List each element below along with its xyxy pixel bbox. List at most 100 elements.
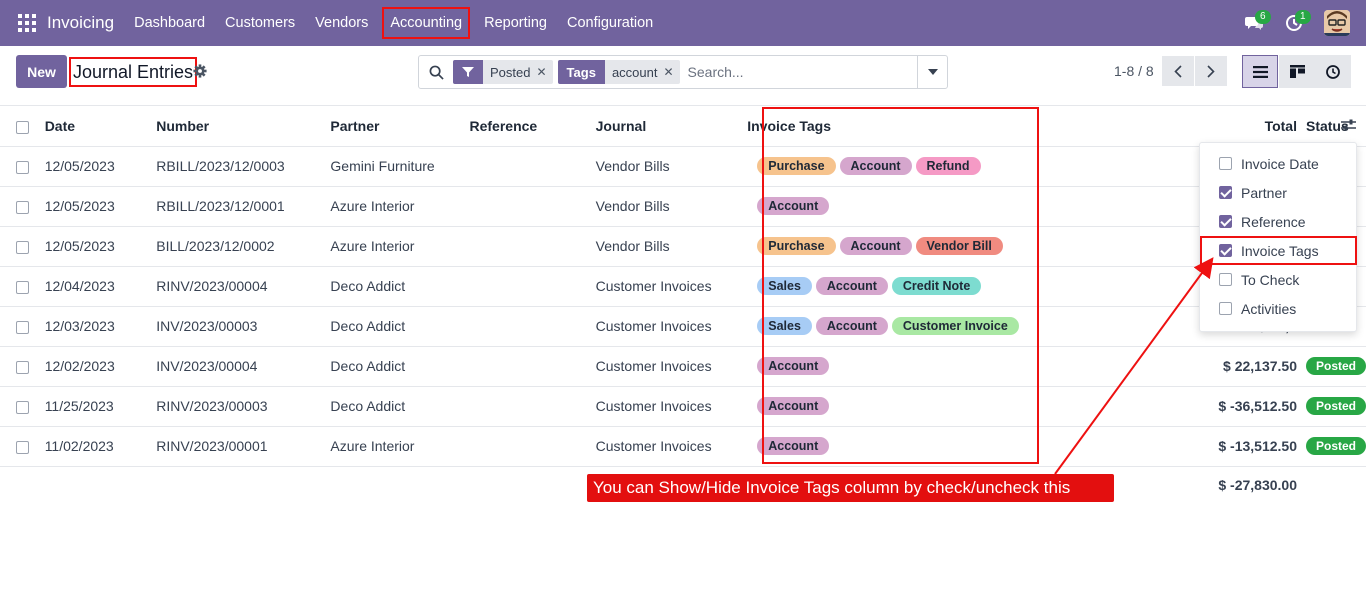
caret-down-icon <box>927 69 938 75</box>
col-header-total[interactable]: Total <box>1181 106 1306 147</box>
option-partner[interactable]: Partner <box>1200 178 1356 207</box>
table-row[interactable]: 11/02/2023 RINV/2023/00001 Azure Interior C… <box>0 426 1366 467</box>
col-header-number[interactable]: Number <box>156 106 331 147</box>
user-avatar[interactable] <box>1324 10 1350 36</box>
row-checkbox[interactable] <box>16 320 29 334</box>
menu-vendors[interactable]: Vendors <box>305 7 378 39</box>
option-activities[interactable]: Activities <box>1200 294 1356 323</box>
select-all-checkbox[interactable] <box>16 120 29 134</box>
row-checkbox[interactable] <box>16 240 29 254</box>
table-row[interactable]: 12/05/2023 BILL/2023/12/0002 Azure Interio… <box>0 226 1366 267</box>
search-input[interactable] <box>687 64 903 80</box>
table-row[interactable]: 12/04/2023 RINV/2023/00004 Deco Addict Cust… <box>0 266 1366 307</box>
cell-date: 11/02/2023 <box>44 426 157 467</box>
cell-status: Posted <box>1305 426 1366 467</box>
cell-reference <box>469 386 596 427</box>
option-checkbox[interactable] <box>1219 186 1232 199</box>
cell-number: BILL/2023/12/0002 <box>156 226 331 267</box>
app-name[interactable]: Invoicing <box>47 13 114 33</box>
cell-total: $ -36,512.50 <box>1181 386 1306 427</box>
col-header-date[interactable]: Date <box>44 106 157 147</box>
search-icon[interactable] <box>419 56 453 88</box>
optional-columns-dropdown: Invoice Date Partner Reference Invoice T… <box>1199 142 1357 332</box>
table-row[interactable]: 12/05/2023 RBILL/2023/12/0003 Gemini Furni… <box>0 146 1366 187</box>
activity-view-button[interactable] <box>1315 55 1351 88</box>
cell-total: $ -13,512.50 <box>1181 426 1306 467</box>
cell-date: 11/25/2023 <box>44 386 157 427</box>
option-label: Activities <box>1241 300 1297 317</box>
option-to-check[interactable]: To Check <box>1200 265 1356 294</box>
gear-icon[interactable] <box>193 64 207 78</box>
table-row[interactable]: 12/02/2023 INV/2023/00004 Deco Addict Custo… <box>0 346 1366 387</box>
journal-entries-table: Date Number Partner Reference Journal In… <box>0 106 1366 504</box>
avatar-face-icon <box>1324 10 1350 36</box>
facet-value: account <box>611 64 658 80</box>
cell-date: 12/05/2023 <box>44 186 157 227</box>
facet-remove-icon[interactable]: ✕ <box>536 65 552 79</box>
col-header-reference[interactable]: Reference <box>469 106 596 147</box>
cell-number: INV/2023/00003 <box>156 306 331 347</box>
cell-number: RINV/2023/00004 <box>156 266 331 307</box>
menu-dashboard[interactable]: Dashboard <box>124 7 215 39</box>
messages-button[interactable]: 6 <box>1234 0 1274 46</box>
chevron-left-icon <box>1174 64 1182 78</box>
option-checkbox[interactable] <box>1219 215 1232 228</box>
chevron-right-icon <box>1207 64 1215 78</box>
row-checkbox[interactable] <box>16 360 29 374</box>
col-header-partner[interactable]: Partner <box>330 106 470 147</box>
row-checkbox[interactable] <box>16 440 29 454</box>
new-button[interactable]: New <box>16 55 67 88</box>
cell-partner: Deco Addict <box>330 306 470 347</box>
list-view-button[interactable] <box>1242 55 1278 88</box>
cell-number: RINV/2023/00001 <box>156 426 331 467</box>
option-invoice-tags[interactable]: Invoice Tags <box>1200 236 1357 265</box>
option-checkbox[interactable] <box>1219 273 1232 286</box>
menu-customers[interactable]: Customers <box>215 7 305 39</box>
cell-date: 12/05/2023 <box>44 226 157 267</box>
menu-reporting[interactable]: Reporting <box>474 7 557 39</box>
cell-date: 12/04/2023 <box>44 266 157 307</box>
row-checkbox[interactable] <box>16 400 29 414</box>
optional-columns-toggle-icon[interactable] <box>1341 118 1356 132</box>
menu-configuration[interactable]: Configuration <box>557 7 663 39</box>
option-checkbox[interactable] <box>1219 302 1232 315</box>
pager-value[interactable]: 1-8 / 8 <box>1114 63 1154 79</box>
pager-next-button[interactable] <box>1195 56 1227 86</box>
cell-reference <box>469 306 596 347</box>
cell-status: Posted <box>1305 386 1366 427</box>
search-options-toggle[interactable] <box>917 56 947 88</box>
app-grid-icon[interactable] <box>18 14 36 32</box>
table-row[interactable]: 12/03/2023 INV/2023/00003 Deco Addict Custo… <box>0 306 1366 347</box>
page-title: Journal Entries <box>69 57 198 87</box>
row-checkbox[interactable] <box>16 200 29 214</box>
table-row[interactable]: 11/25/2023 RINV/2023/00003 Deco Addict Cust… <box>0 386 1366 427</box>
row-checkbox[interactable] <box>16 280 29 294</box>
menu-accounting[interactable]: Accounting <box>382 7 471 39</box>
cell-partner: Gemini Furniture <box>330 146 470 187</box>
cell-journal: Vendor Bills <box>595 146 746 187</box>
option-checkbox[interactable] <box>1219 157 1232 170</box>
cell-number: INV/2023/00004 <box>156 346 331 387</box>
table-row[interactable]: 12/05/2023 RBILL/2023/12/0001 Azure Interi… <box>0 186 1366 227</box>
activities-button[interactable]: 1 <box>1274 0 1314 46</box>
option-reference[interactable]: Reference <box>1200 207 1356 236</box>
facet-remove-icon[interactable]: ✕ <box>663 65 679 79</box>
option-checkbox[interactable] <box>1219 244 1232 257</box>
facet-label: Tags <box>557 60 605 84</box>
kanban-view-button[interactable] <box>1279 55 1315 88</box>
status-badge: Posted <box>1305 397 1366 415</box>
search-bar: Posted ✕ Tags account ✕ <box>418 55 948 89</box>
cell-journal: Customer Invoices <box>595 266 746 307</box>
col-header-journal[interactable]: Journal <box>595 106 746 147</box>
cell-journal: Customer Invoices <box>595 346 746 387</box>
messages-count-badge: 6 <box>1255 10 1271 24</box>
cell-reference <box>469 146 596 187</box>
option-invoice-date[interactable]: Invoice Date <box>1200 149 1356 178</box>
grand-total: $ -27,830.00 <box>1218 477 1297 494</box>
facet-tags: Tags account ✕ <box>557 60 680 84</box>
cell-journal: Vendor Bills <box>595 226 746 267</box>
facet-value: Posted <box>490 64 531 80</box>
pager-previous-button[interactable] <box>1162 56 1194 86</box>
row-checkbox[interactable] <box>16 160 29 174</box>
facet-posted: Posted ✕ <box>453 60 553 84</box>
